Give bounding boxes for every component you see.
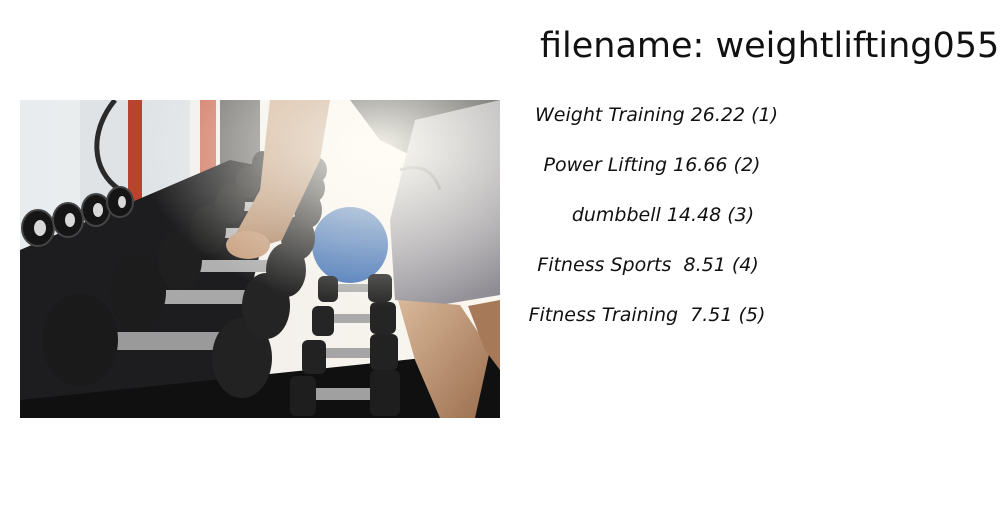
classification-result-page: filename: weightlifting0552.j Weight Tra… (0, 0, 1000, 520)
prediction-item-5: Fitness Training 7.51 (5) (528, 304, 766, 326)
prediction-item-1: Weight Training 26.22 (1) (535, 104, 779, 126)
photo-illustration (20, 100, 500, 418)
prediction-item-2: Power Lifting 16.66 (2) (543, 154, 761, 176)
filename-heading: filename: weightlifting0552.j (540, 26, 1000, 66)
dumbbell-rack-photo (20, 100, 500, 418)
prediction-item-3: dumbbell 14.48 (3) (571, 204, 755, 226)
prediction-item-4: Fitness Sports 8.51 (4) (537, 254, 759, 276)
